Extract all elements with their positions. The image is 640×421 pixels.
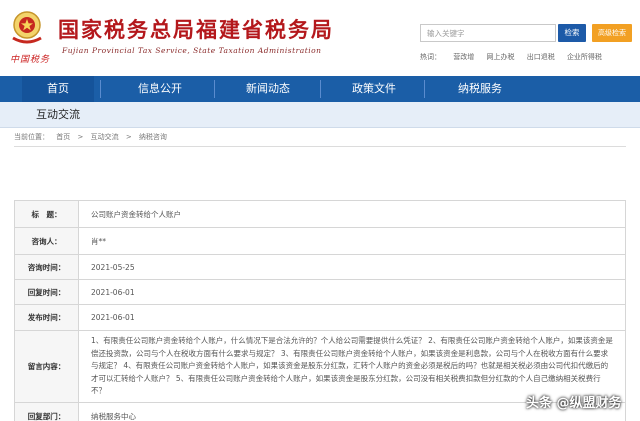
- site-subtitle: Fujian Provincial Tax Service, State Tax…: [62, 46, 322, 55]
- sub-nav: 互动交流: [0, 102, 640, 128]
- table-row: 回复时间： 2021-06-01: [14, 279, 626, 305]
- breadcrumb-link-interaction[interactable]: 互动交流: [91, 133, 119, 141]
- table-row: 咨询人： 肖**: [14, 227, 626, 255]
- row-value-reply-time: 2021-06-01: [78, 279, 626, 305]
- breadcrumb-separator: >: [125, 133, 132, 141]
- main-nav: 首页 信息公开 新闻动态 政策文件 纳税服务: [0, 76, 640, 102]
- hot-search-list: 热词： 营改增 网上办税 出口退税 企业所得税: [420, 52, 612, 62]
- row-key: 标 题：: [14, 200, 79, 228]
- row-key: 回复部门：: [14, 401, 79, 421]
- row-value-ask-time: 2021-05-25: [78, 254, 626, 280]
- nav-item-home[interactable]: 首页: [22, 76, 94, 102]
- subnav-item-interaction[interactable]: 互动交流: [28, 102, 88, 128]
- hot-search-label: 热词：: [420, 53, 441, 61]
- row-key: 咨询时间：: [14, 254, 79, 280]
- nav-divider: [320, 80, 321, 98]
- breadcrumb-separator: >: [77, 133, 84, 141]
- row-key: 咨询人：: [14, 227, 79, 255]
- hot-search-link[interactable]: 营改增: [453, 53, 474, 61]
- hot-search-link[interactable]: 出口退税: [527, 53, 555, 61]
- search-input[interactable]: 输入关键字: [420, 24, 556, 42]
- row-key: 发布时间：: [14, 304, 79, 331]
- nav-item-news[interactable]: 新闻动态: [232, 76, 304, 102]
- breadcrumb-link-home[interactable]: 首页: [56, 133, 70, 141]
- nav-item-info-public[interactable]: 信息公开: [124, 76, 196, 102]
- nav-divider: [424, 80, 425, 98]
- table-row: 发布时间： 2021-06-01: [14, 304, 626, 331]
- china-tax-logo-text: 中国税务: [10, 55, 51, 65]
- breadcrumb: 当前位置： 首页 > 互动交流 > 纳税咨询: [14, 132, 172, 142]
- consultation-detail-table: 标 题： 公司账户资金转给个人账户 咨询人： 肖** 咨询时间： 2021-05…: [14, 200, 626, 421]
- nav-divider: [214, 80, 215, 98]
- table-row: 标 题： 公司账户资金转给个人账户: [14, 200, 626, 228]
- breadcrumb-current[interactable]: 纳税咨询: [139, 133, 167, 141]
- row-value-asker: 肖**: [78, 227, 626, 255]
- watermark-text: 头条 @纵盟财务: [526, 396, 622, 411]
- nav-item-tax-service[interactable]: 纳税服务: [444, 76, 516, 102]
- search-button[interactable]: 检索: [558, 24, 586, 42]
- hot-search-link[interactable]: 网上办税: [486, 53, 514, 61]
- site-header: 中国税务 国家税务总局福建省税务局 Fujian Provincial Tax …: [0, 0, 640, 74]
- nav-item-policy[interactable]: 政策文件: [338, 76, 410, 102]
- row-key: 回复时间：: [14, 279, 79, 305]
- row-key: 留言内容：: [14, 330, 79, 403]
- table-row: 咨询时间： 2021-05-25: [14, 254, 626, 280]
- tax-emblem-icon: [12, 11, 42, 44]
- row-value-publish-time: 2021-06-01: [78, 304, 626, 331]
- hot-search-link[interactable]: 企业所得税: [567, 53, 602, 61]
- nav-divider: [100, 80, 101, 98]
- site-title[interactable]: 国家税务总局福建省税务局: [58, 14, 334, 44]
- breadcrumb-label: 当前位置：: [14, 133, 49, 141]
- breadcrumb-divider: [14, 146, 626, 147]
- row-value-title: 公司账户资金转给个人账户: [78, 200, 626, 228]
- advanced-search-button[interactable]: 高级检索: [592, 24, 632, 42]
